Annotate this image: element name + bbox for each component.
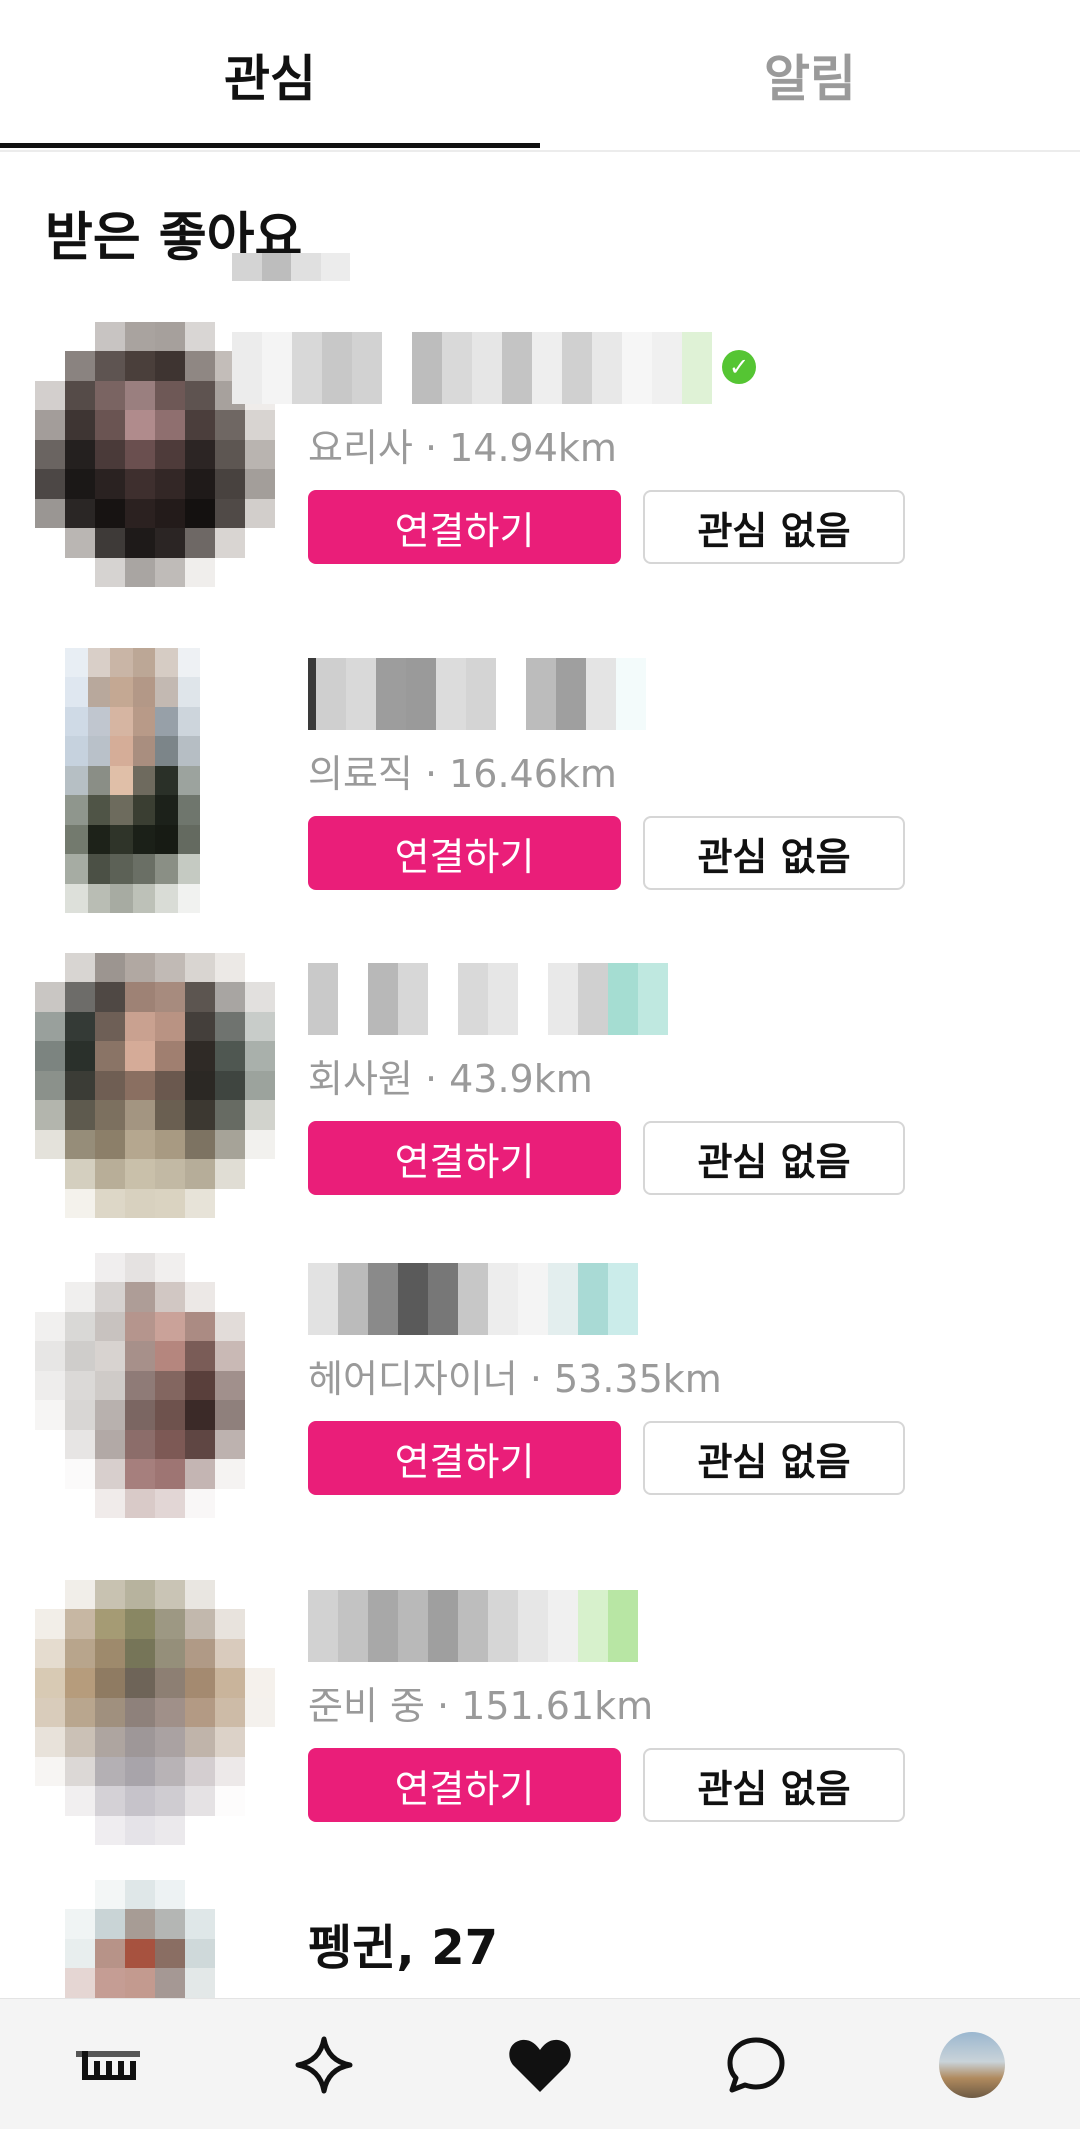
job-distance: 의료직 · 16.46km (308, 752, 617, 796)
tab-interest[interactable]: 관심 (0, 0, 540, 150)
job-distance: 준비 중 · 151.61km (308, 1684, 654, 1728)
like-card[interactable]: 준비 중 · 151.61km 연결하기 관심 없음 (0, 1580, 1080, 1880)
not-interested-button[interactable]: 관심 없음 (643, 1748, 905, 1822)
avatar-pixelated[interactable] (35, 1880, 275, 1998)
avatar-pixelated[interactable] (35, 1580, 275, 1845)
nav-discover[interactable] (216, 1999, 432, 2129)
not-interested-button[interactable]: 관심 없음 (643, 1421, 905, 1495)
verified-badge-icon: ✓ (722, 350, 756, 384)
redacted-name (308, 963, 708, 1035)
redacted-name (232, 332, 752, 404)
nav-likes[interactable] (432, 1999, 648, 2129)
redacted-name (308, 658, 668, 730)
connect-button[interactable]: 연결하기 (308, 490, 621, 564)
like-card[interactable]: 헤어디자이너 · 53.35km 연결하기 관심 없음 (0, 1253, 1080, 1553)
redacted-name (308, 1590, 668, 1662)
avatar-pixelated[interactable] (65, 648, 245, 913)
active-tab-indicator (0, 143, 540, 148)
nav-profile[interactable] (864, 1999, 1080, 2129)
nav-chat[interactable] (648, 1999, 864, 2129)
home-icon (76, 2050, 140, 2080)
bottom-navigation (0, 1998, 1080, 2129)
like-card[interactable]: 펭귄, 27 (0, 1880, 1080, 1998)
not-interested-button[interactable]: 관심 없음 (643, 490, 905, 564)
not-interested-button[interactable]: 관심 없음 (643, 816, 905, 890)
not-interested-button[interactable]: 관심 없음 (643, 1121, 905, 1195)
sparkle-icon (295, 2036, 353, 2093)
chat-bubble-icon (727, 2037, 785, 2092)
like-card[interactable]: 의료직 · 16.46km 연결하기 관심 없음 (0, 648, 1080, 948)
heart-icon (509, 2039, 571, 2092)
tab-notifications[interactable]: 알림 (540, 0, 1080, 150)
redacted-name (308, 1263, 648, 1335)
profile-avatar (939, 2031, 1005, 2098)
profile-name: 펭귄, 27 (308, 1920, 499, 1976)
nav-home[interactable] (0, 1999, 216, 2129)
redacted-count (232, 253, 350, 281)
job-distance: 헤어디자이너 · 53.35km (308, 1357, 722, 1401)
connect-button[interactable]: 연결하기 (308, 1121, 621, 1195)
job-distance: 회사원 · 43.9km (308, 1057, 593, 1101)
connect-button[interactable]: 연결하기 (308, 816, 621, 890)
like-card[interactable]: 회사원 · 43.9km 연결하기 관심 없음 (0, 953, 1080, 1253)
connect-button[interactable]: 연결하기 (308, 1421, 621, 1495)
avatar-pixelated[interactable] (35, 953, 275, 1218)
avatar-pixelated[interactable] (35, 1253, 275, 1518)
top-tab-bar: 관심 알림 (0, 0, 1080, 152)
job-distance: 요리사 · 14.94km (308, 426, 617, 470)
like-card[interactable]: ✓ 요리사 · 14.94km 연결하기 관심 없음 (0, 322, 1080, 622)
connect-button[interactable]: 연결하기 (308, 1748, 621, 1822)
